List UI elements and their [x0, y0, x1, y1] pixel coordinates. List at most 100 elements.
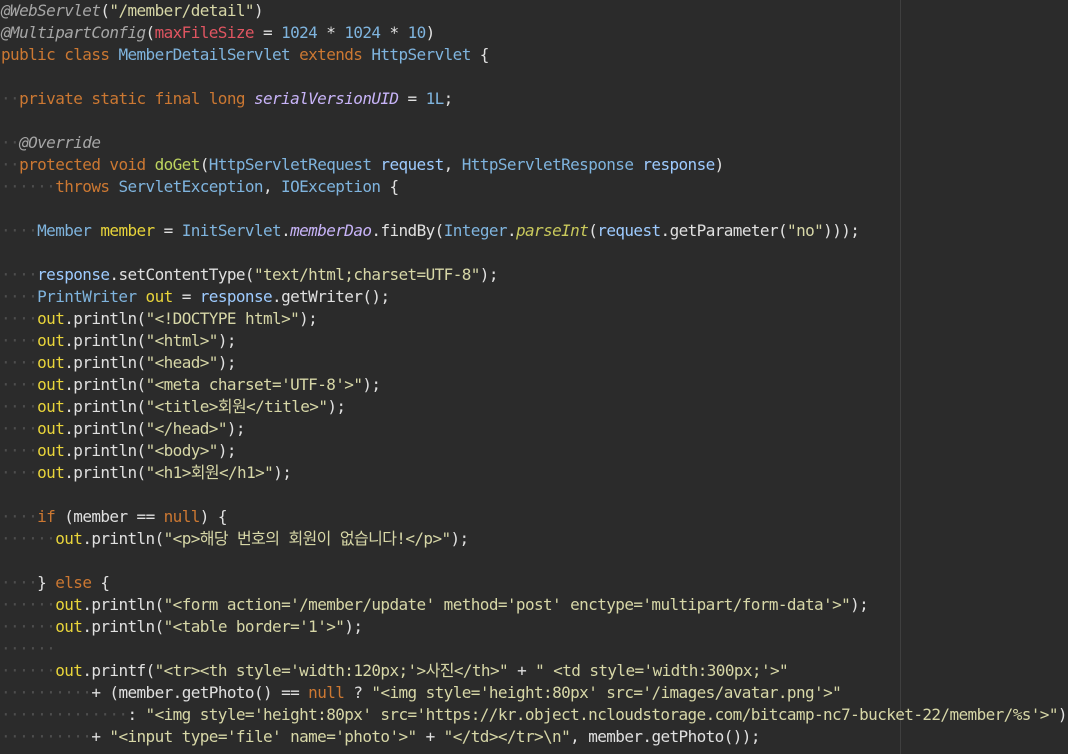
- code-line[interactable]: ····PrintWriter out = response.getWriter…: [1, 286, 390, 308]
- code-token: ServletException: [118, 177, 263, 196]
- code-token: (: [434, 221, 445, 240]
- code-token: .: [64, 441, 74, 460]
- code-token: .: [172, 683, 183, 702]
- code-token: .: [64, 353, 74, 372]
- code-line[interactable]: ····out.println("<body>");: [1, 440, 237, 462]
- code-token: throws: [55, 177, 119, 196]
- code-token: (: [777, 221, 788, 240]
- whitespace-marker: ····: [1, 265, 38, 284]
- code-token: +: [508, 661, 536, 680]
- code-token: getWriter: [281, 287, 363, 306]
- whitespace-marker: ······: [1, 529, 56, 548]
- code-token: );: [299, 309, 318, 328]
- code-line[interactable]: ····} else {: [1, 572, 110, 594]
- code-token: ,: [570, 727, 589, 746]
- code-line[interactable]: @MultipartConfig(maxFileSize = 1024 * 10…: [1, 22, 435, 44]
- code-token: (: [154, 617, 165, 636]
- code-token: =: [398, 89, 426, 108]
- code-line[interactable]: ····response.setContentType("text/html;c…: [1, 264, 498, 286]
- code-token: (: [136, 397, 147, 416]
- code-token: .: [82, 529, 92, 548]
- code-token: println: [73, 419, 137, 438]
- code-token: "<tr><th style='width:120px;'>사진</th>": [154, 661, 509, 680]
- code-line[interactable]: ····out.println("<title>회원</title>");: [1, 396, 346, 418]
- code-token: +: [91, 727, 110, 746]
- whitespace-marker: ····: [1, 331, 38, 350]
- code-line[interactable]: ··········+ (member.getPhoto() == null ?…: [1, 682, 842, 704]
- code-line[interactable]: public class MemberDetailServlet extends…: [1, 44, 489, 66]
- code-token: out: [37, 353, 65, 372]
- code-token: ): [253, 1, 264, 20]
- code-token: =: [253, 23, 282, 42]
- code-token: else: [55, 573, 92, 592]
- whitespace-marker: ······: [1, 177, 56, 196]
- code-line[interactable]: ······out.printf("<tr><th style='width:1…: [1, 660, 789, 682]
- code-line[interactable]: ··@Override: [1, 132, 101, 154]
- code-token: );: [226, 419, 246, 438]
- code-token: parseInt: [515, 221, 589, 240]
- whitespace-marker: ··: [1, 133, 20, 152]
- code-token: (: [136, 353, 147, 372]
- whitespace-marker: ······: [1, 661, 56, 680]
- code-token: getPhoto: [651, 727, 724, 746]
- code-line[interactable]: ····out.println("<html>");: [1, 330, 237, 352]
- code-token: response: [633, 155, 715, 174]
- code-token: (: [154, 595, 165, 614]
- code-token: + (: [91, 683, 119, 702]
- code-line[interactable]: ····out.println("<head>");: [1, 352, 237, 374]
- code-token: println: [73, 331, 137, 350]
- code-token: "<html>": [145, 331, 219, 350]
- code-token: );: [217, 353, 237, 372]
- code-token: );: [327, 397, 346, 416]
- code-token: );: [273, 463, 292, 482]
- whitespace-marker: ····: [1, 573, 38, 592]
- code-line[interactable]: ··protected void doGet(HttpServletReques…: [1, 154, 724, 176]
- code-line[interactable]: ······out.println("<table border='1'>");: [1, 616, 363, 638]
- code-token: =: [154, 221, 182, 240]
- code-token: HttpServlet: [371, 45, 471, 64]
- code-line[interactable]: ······out.println("<form action='/member…: [1, 594, 869, 616]
- code-token: 1024: [344, 23, 381, 42]
- code-token: =: [172, 287, 200, 306]
- code-token: ): [425, 23, 436, 42]
- code-line[interactable]: ······: [1, 638, 56, 660]
- code-line[interactable]: @WebServlet("/member/detail"): [1, 0, 264, 22]
- code-token: memberDao: [290, 221, 372, 240]
- code-token: *: [317, 23, 345, 42]
- code-token: out: [37, 441, 65, 460]
- code-token: (: [136, 375, 147, 394]
- code-token: printf: [91, 661, 146, 680]
- code-line[interactable]: ······out.println("<p>해당 번호의 회원이 없습니다!</…: [1, 528, 469, 550]
- code-token: {: [470, 45, 490, 64]
- code-token: response: [199, 287, 273, 306]
- code-line[interactable]: ······throws ServletException, IOExcepti…: [1, 176, 399, 198]
- code-token: );: [479, 265, 499, 284]
- code-editor[interactable]: @WebServlet("/member/detail") @MultipartC…: [0, 0, 1068, 754]
- code-token: out: [37, 419, 65, 438]
- code-token: "<h1>회원</h1>": [145, 463, 274, 482]
- code-line[interactable]: ····out.println("<meta charset='UTF-8'>"…: [1, 374, 381, 396]
- code-token: println: [73, 441, 137, 460]
- code-line[interactable]: ····Member member = InitServlet.memberDa…: [1, 220, 860, 242]
- code-token: ,: [443, 155, 462, 174]
- code-token: "text/html;charset=UTF-8": [253, 265, 480, 284]
- code-line[interactable]: ····out.println("<!DOCTYPE html>");: [1, 308, 318, 330]
- code-token: +: [416, 727, 444, 746]
- code-line[interactable]: ····if (member == null) {: [1, 506, 227, 528]
- code-line[interactable]: ··············: "<img style='height:80px…: [1, 704, 1068, 726]
- code-token: @WebServlet: [1, 1, 101, 20]
- code-token: .: [64, 331, 74, 350]
- code-token: (: [154, 529, 165, 548]
- code-line[interactable]: ····out.println("<h1>회원</h1>");: [1, 462, 292, 484]
- code-token: );: [217, 441, 237, 460]
- code-token: }: [37, 573, 56, 592]
- code-line[interactable]: ··········+ "<input type='file' name='ph…: [1, 726, 760, 748]
- code-line[interactable]: ··private static final long serialVersio…: [1, 88, 453, 110]
- code-token: );: [217, 331, 237, 350]
- code-line[interactable]: ····out.println("</head>");: [1, 418, 246, 440]
- code-token: .: [64, 375, 74, 394]
- code-token: );: [344, 617, 363, 636]
- code-token: )));: [823, 221, 860, 240]
- code-token: request: [597, 221, 661, 240]
- code-token: (: [136, 441, 147, 460]
